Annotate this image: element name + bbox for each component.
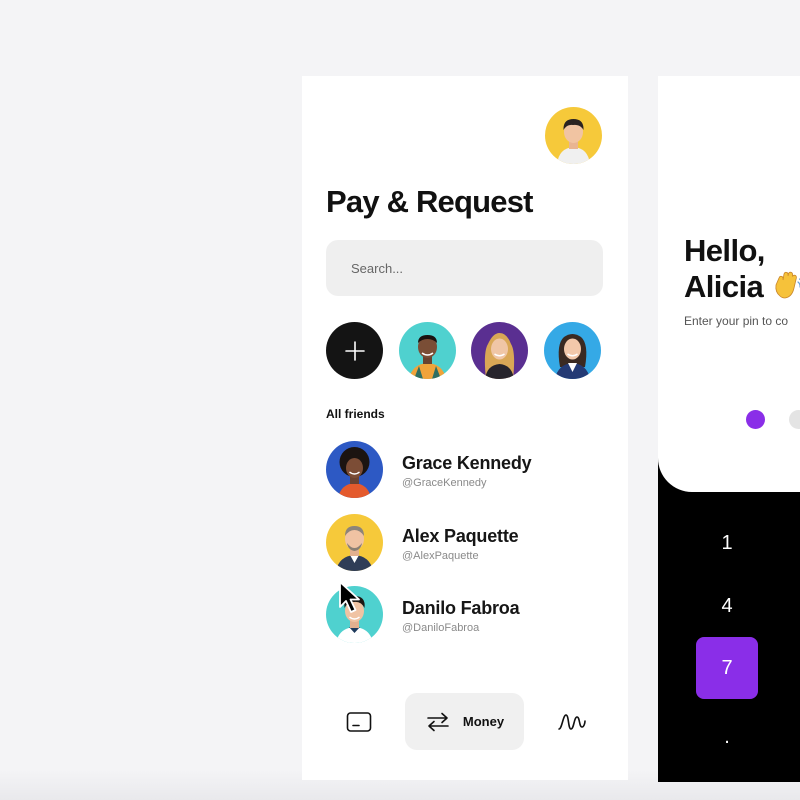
friend-name: Danilo Fabroa [402,598,520,618]
keypad-key-4[interactable]: 4 [696,575,758,637]
nav-activity-button[interactable] [545,693,599,750]
keypad-key-7[interactable]: 7 [696,637,758,699]
page-title: Pay & Request [326,184,533,219]
mouse-cursor [339,581,360,613]
friend-avatar [326,441,383,498]
pin-dot-empty [789,410,800,429]
card-icon [346,711,372,732]
add-contact-button[interactable] [326,322,383,379]
pin-login-screen: Hello, Alicia Enter your pin to co 1 4 7… [658,76,800,782]
activity-wave-icon [558,713,586,730]
pin-header-panel: Hello, Alicia Enter your pin to co [658,76,800,492]
friend-row-alex-paquette[interactable]: Alex Paquette @AlexPaquette [326,514,606,572]
greeting-line-2: Alicia [684,269,800,305]
friend-name: Alex Paquette [402,526,519,546]
friend-handle: @GraceKennedy [402,477,487,489]
greeting-line-1: Hello, [684,233,765,268]
quick-contact-avatar[interactable] [544,322,601,379]
quick-contact-avatar[interactable] [471,322,528,379]
quick-contact-avatar[interactable] [399,322,456,379]
all-friends-label: All friends [326,407,385,421]
greeting-name: Alicia [684,269,764,304]
friend-handle: @AlexPaquette [402,550,479,562]
waving-hand-icon [775,271,800,299]
pin-dot-filled [746,410,765,429]
nav-money-label: Money [462,714,505,729]
profile-avatar[interactable] [545,107,602,164]
transfer-arrows-icon [427,712,449,731]
plus-icon [344,340,365,361]
keypad-key-dot[interactable]: . [696,706,758,768]
nav-money-tab[interactable]: Money [405,693,524,750]
bottom-navigation: Money [302,693,628,751]
keypad-key-1[interactable]: 1 [696,512,758,574]
search-input[interactable] [326,240,603,296]
friend-name: Grace Kennedy [402,453,532,473]
pin-instruction: Enter your pin to co [684,314,789,328]
friend-row-grace-kennedy[interactable]: Grace Kennedy @GraceKennedy [326,441,606,499]
friend-handle: @DaniloFabroa [402,622,480,634]
friend-avatar [326,514,383,571]
nav-card-button[interactable] [332,693,386,750]
friend-row-danilo-fabroa[interactable]: Danilo Fabroa @DaniloFabroa [326,586,606,644]
pay-request-screen: Pay & Request Search... All friends Grac… [302,76,628,780]
